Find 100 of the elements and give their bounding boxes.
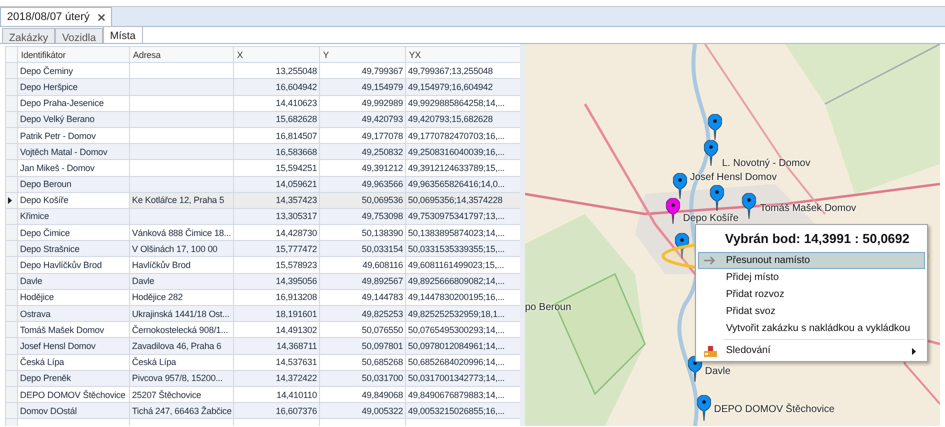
table-cell: 50,0317001342773;14,... [406, 370, 520, 386]
table-cell: 16,604942 [234, 78, 320, 96]
table-cell: Depo Preněk [18, 370, 130, 386]
table-cell: 49,963566 [320, 176, 406, 192]
table-cell: 49,8925666809082;14,... [406, 273, 520, 290]
table-cell: 50,031700 [320, 370, 406, 386]
table-cell: 49,154979;16,604942 [406, 78, 520, 96]
table-cell: Tichá 247, 66463 Žabčice [130, 402, 234, 419]
pin-label: Davle [705, 365, 731, 378]
menu-item[interactable]: Vytvořit zakázku s nakládkou a vykládkou [698, 320, 926, 336]
column-header[interactable]: Y [320, 46, 406, 63]
table-cell: 14,410623 [234, 95, 320, 112]
map-pin-icon[interactable] [675, 233, 689, 259]
menu-item[interactable]: Přesunout namísto [698, 252, 926, 268]
close-icon[interactable] [98, 14, 105, 20]
table-cell: 50,069536 [320, 192, 406, 208]
table-cell: 13,305317 [234, 208, 320, 225]
table-cell: 14,368711 [234, 338, 320, 354]
table-cell: 14,357423 [234, 192, 320, 208]
table-cell: Davle [130, 273, 234, 290]
table-cell: Zavadilova 46, Praha 6 [130, 338, 234, 354]
table-cell: Depo Velký Berano [18, 111, 130, 128]
table-cell: Vojtěch Matal - Domov [18, 144, 130, 160]
pin-label: po Beroun [525, 301, 572, 314]
tab[interactable]: Vozidla [55, 28, 103, 43]
table-cell: Depo Beroun [18, 176, 130, 192]
map-pin-icon[interactable] [708, 114, 722, 140]
table-cell: 49,963565826416;14,0... [406, 176, 520, 192]
table-cell: Ostrava [18, 306, 130, 322]
map-pin-icon[interactable] [673, 173, 687, 199]
table-cell: Česká Lípa [18, 354, 130, 370]
table-cell: Havlíčkův Brod [130, 256, 234, 274]
table-cell: 50,033154 [320, 240, 406, 257]
table-cell: 49,825252532959;18,1... [406, 306, 520, 322]
table-cell: Domov DOstál [18, 402, 130, 419]
table-cell: 49,825253 [320, 306, 406, 322]
table-cell: Depo Praha-Jesenice [18, 95, 130, 112]
column-header[interactable]: X [234, 46, 320, 63]
menu-item[interactable]: Sledování [698, 342, 926, 358]
table-cell: 14,372422 [234, 370, 320, 386]
tab[interactable]: Zakázky [2, 28, 56, 43]
table-cell: Česká Lípa [130, 354, 234, 370]
table-cell: 14,395056 [234, 273, 320, 290]
table-cell: 50,0331535339355;15,... [406, 240, 520, 257]
table-cell: 49,420793 [320, 111, 406, 128]
table-cell: Ke Kotlářce 12, Praha 5 [130, 192, 234, 208]
map-pin-icon[interactable] [710, 185, 724, 211]
table-cell: 16,583668 [234, 144, 320, 160]
tab[interactable]: Místa [102, 26, 143, 43]
pin-label: Depo Košíře [683, 212, 739, 225]
table-cell: Depo Strašnice [18, 240, 130, 257]
pin-label: DEPO DOMOV Štěchovice [714, 403, 835, 416]
menu-item[interactable]: Přidat rozvoz [698, 286, 926, 302]
map-pin-icon[interactable] [742, 193, 756, 219]
table-cell: 15,777472 [234, 240, 320, 257]
map-pin-icon[interactable] [666, 198, 680, 224]
table-cell: 49,892567 [320, 273, 406, 290]
document-tab[interactable]: 2018/08/07 úterý [0, 7, 112, 26]
table-cell: Depo Havlíčkův Brod [18, 256, 130, 274]
table-cell: 16,607376 [234, 402, 320, 419]
table-cell: Jan Mikeš - Domov [18, 160, 130, 176]
column-header[interactable]: Identifikátor [18, 46, 130, 63]
table-cell: 50,097801 [320, 338, 406, 354]
pin-label: Tomáš Mašek Domov [760, 202, 856, 215]
table-cell: 49,753098 [320, 208, 406, 225]
table-cell: 49,992989 [320, 95, 406, 112]
table-cell: 15,594251 [234, 160, 320, 176]
submenu-arrow-icon [912, 348, 916, 354]
table-cell: Křimice [18, 208, 130, 225]
table-cell: 49,608116 [320, 256, 406, 274]
table-cell: Depo Heršpice [18, 78, 130, 96]
table-cell: 49,420793;15,682628 [406, 111, 520, 128]
table-cell: 15,578923 [234, 256, 320, 274]
map-pin-icon[interactable] [697, 395, 711, 421]
table-cell: Pivcova 957/8, 15200... [130, 370, 234, 386]
menu-title: Vybrán bod: 14,3991 : 50,0692 [724, 230, 911, 248]
table-cell: 50,685268 [320, 354, 406, 370]
table-cell: 49,250832 [320, 144, 406, 160]
table-cell: 15,682628 [234, 111, 320, 128]
table-cell: 49,391212 [320, 160, 406, 176]
table-cell: Davle [18, 273, 130, 290]
pin-label: Josef Hensl Domov [690, 171, 777, 184]
map-pin-icon[interactable] [704, 140, 718, 166]
pin-label: L. Novotný - Domov [722, 157, 810, 170]
table-cell: Josef Hensl Domov [18, 338, 130, 354]
table-cell: V Olšinách 17, 100 00 [130, 240, 234, 257]
table-cell: 14,059621 [234, 176, 320, 192]
menu-item[interactable]: Přidej místo [698, 268, 926, 286]
table-cell: 18,191601 [234, 306, 320, 322]
column-header[interactable]: Adresa [130, 46, 234, 63]
table-cell: Ukrajinská 1441/18 Ost... [130, 306, 234, 322]
table-cell: 49,154979 [320, 78, 406, 96]
column-header[interactable]: YX [406, 46, 520, 63]
menu-item[interactable]: Přidat svoz [698, 302, 926, 320]
table-cell: 50,0978012084961;14,... [406, 338, 520, 354]
table-cell: 49,005322 [320, 402, 406, 419]
table-cell: 49,2508316040039;16,... [406, 144, 520, 160]
table-cell: Depo Košíře [18, 192, 130, 208]
table-cell: 14,537631 [234, 354, 320, 370]
table-cell: 50,0695356;14,3574228 [406, 192, 520, 208]
